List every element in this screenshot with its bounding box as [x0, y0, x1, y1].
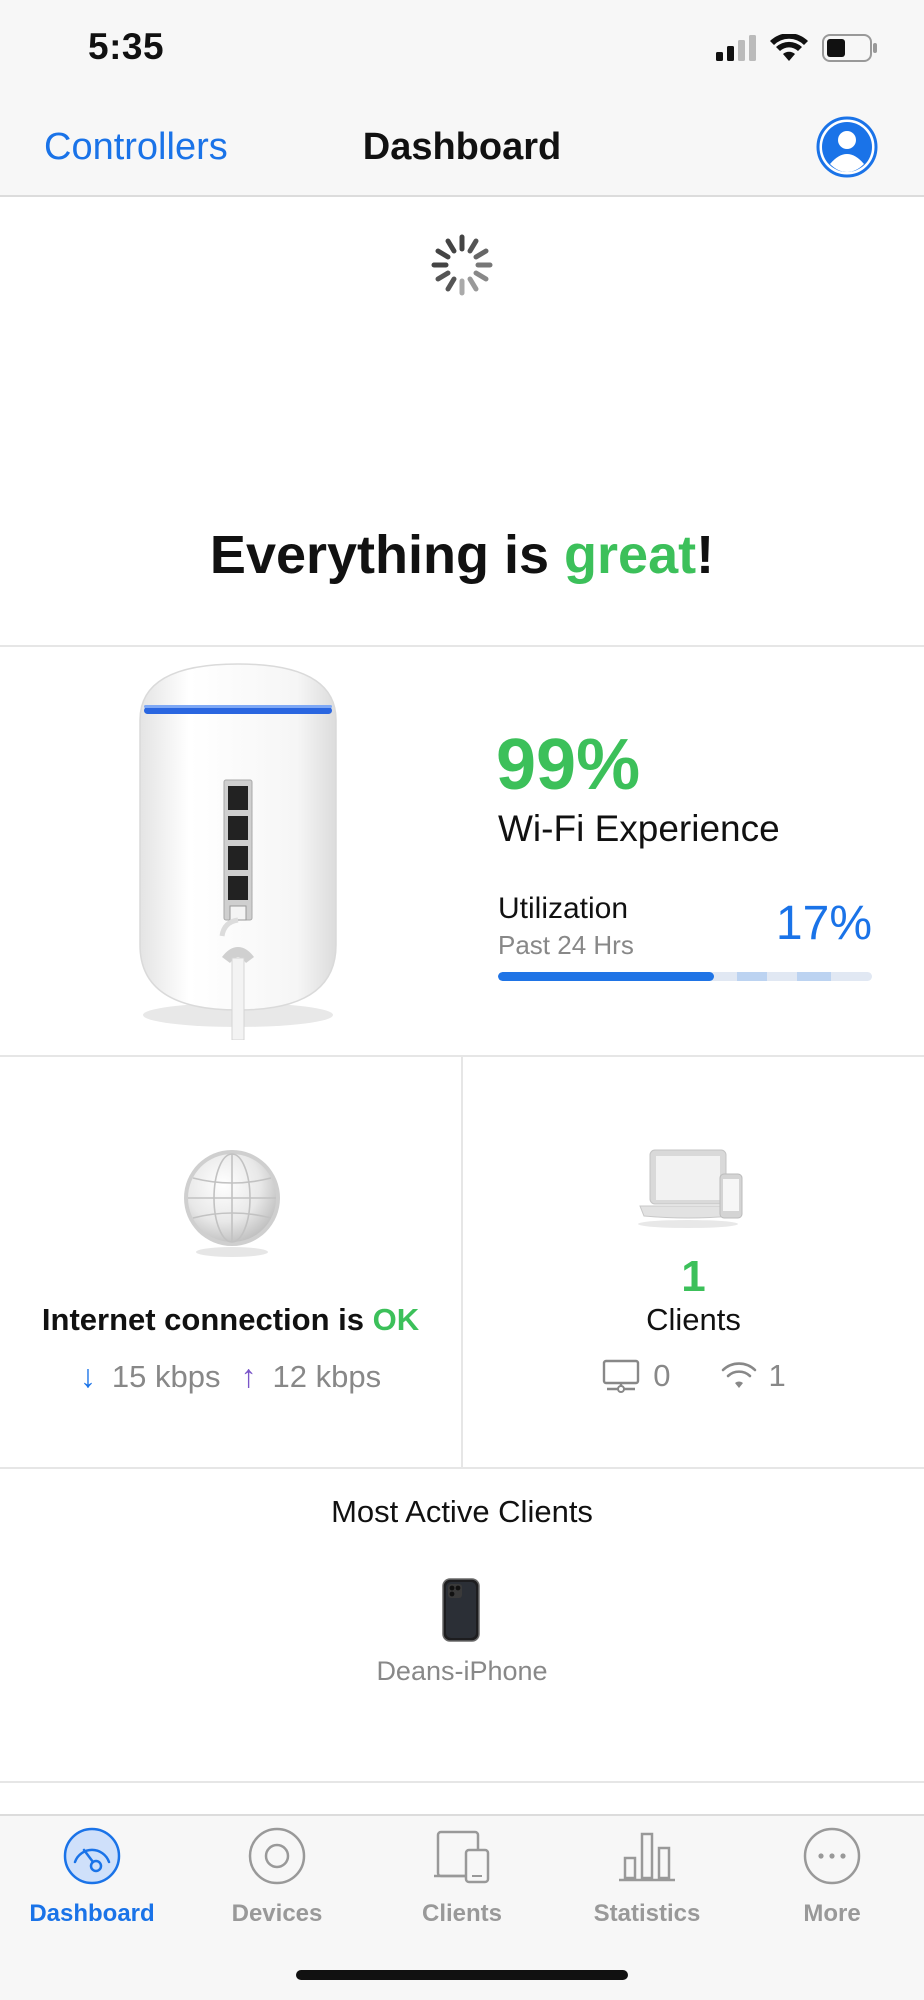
iphone-icon[interactable]: [442, 1578, 480, 1642]
wifi-experience-label: Wi-Fi Experience: [498, 808, 780, 849]
dashboard-icon: [63, 1827, 121, 1885]
home-indicator[interactable]: [296, 1970, 628, 1980]
clients-icon: [434, 1830, 490, 1884]
utilization-bar[interactable]: [498, 972, 872, 981]
internet-status-prefix: Internet connection is: [41, 1302, 373, 1337]
wired-client-count: 0: [653, 1358, 671, 1393]
clients-label: Clients: [646, 1302, 741, 1337]
divider: [0, 645, 924, 647]
internet-status-value: OK: [372, 1302, 420, 1337]
most-active-client-name[interactable]: Deans-iPhone: [0, 1656, 924, 1687]
headline-prefix: Everything is: [209, 525, 565, 585]
devices-icon: [248, 1827, 306, 1885]
clients-breakdown: 0 1: [463, 1358, 924, 1394]
internet-globe-icon[interactable]: [180, 1148, 284, 1258]
loading-spinner-icon: [431, 234, 493, 296]
download-arrow-icon: ↓: [79, 1358, 96, 1394]
upload-arrow-icon: ↑: [240, 1358, 257, 1394]
utilization-period: Past 24 Hrs: [498, 930, 634, 960]
tab-clients[interactable]: Clients: [370, 1826, 554, 1928]
controllers-back-button[interactable]: Controllers: [44, 126, 228, 169]
tab-label: Devices: [231, 1900, 323, 1927]
tab-more[interactable]: More: [740, 1826, 924, 1928]
divider: [0, 1781, 924, 1783]
divider: [0, 1467, 924, 1469]
tab-devices[interactable]: Devices: [185, 1826, 369, 1928]
internet-status-label: Internet connection is OK: [0, 1302, 461, 1338]
status-bar: 5:35: [0, 0, 924, 100]
wifi-icon: [770, 34, 808, 61]
battery-icon: [822, 34, 877, 62]
headline-suffix: !: [696, 525, 715, 585]
utilization-bar-segment: [797, 972, 831, 981]
utilization-bar-fill: [498, 972, 715, 981]
user-profile-icon[interactable]: [816, 116, 878, 178]
most-active-clients-title: Most Active Clients: [331, 1494, 593, 1529]
nav-bar: Controllers Dashboard: [0, 100, 924, 197]
wireless-client-icon: [721, 1362, 756, 1388]
tab-statistics[interactable]: Statistics: [555, 1826, 739, 1928]
internet-speeds: ↓ 15 kbps ↑ 12 kbps: [0, 1358, 461, 1395]
gateway-device-image[interactable]: [128, 660, 348, 1040]
utilization-value: 17%: [775, 897, 872, 950]
tab-dashboard[interactable]: Dashboard: [0, 1826, 184, 1928]
headline-accent: great: [564, 525, 697, 585]
tab-label: Dashboard: [29, 1900, 155, 1927]
wifi-experience-value: 99%: [496, 725, 641, 805]
status-time: 5:35: [88, 26, 165, 67]
statistics-icon: [619, 1832, 675, 1882]
tab-label: Clients: [421, 1900, 502, 1927]
tab-label: More: [803, 1900, 861, 1927]
clients-count: 1: [681, 1252, 706, 1301]
download-speed: 15 kbps: [111, 1358, 221, 1394]
cellular-signal-icon: [716, 35, 756, 61]
more-icon: [803, 1827, 861, 1885]
wireless-client-count: 1: [768, 1358, 786, 1393]
wired-client-icon: [603, 1359, 640, 1393]
status-headline: Everything is great!: [0, 524, 924, 586]
status-icons: [716, 34, 878, 62]
upload-speed: 12 kbps: [272, 1358, 382, 1394]
utilization-label: Utilization: [498, 892, 629, 925]
clients-devices-icon[interactable]: [636, 1146, 748, 1228]
tab-label: Statistics: [593, 1900, 701, 1927]
utilization-bar-segment: [737, 972, 768, 981]
